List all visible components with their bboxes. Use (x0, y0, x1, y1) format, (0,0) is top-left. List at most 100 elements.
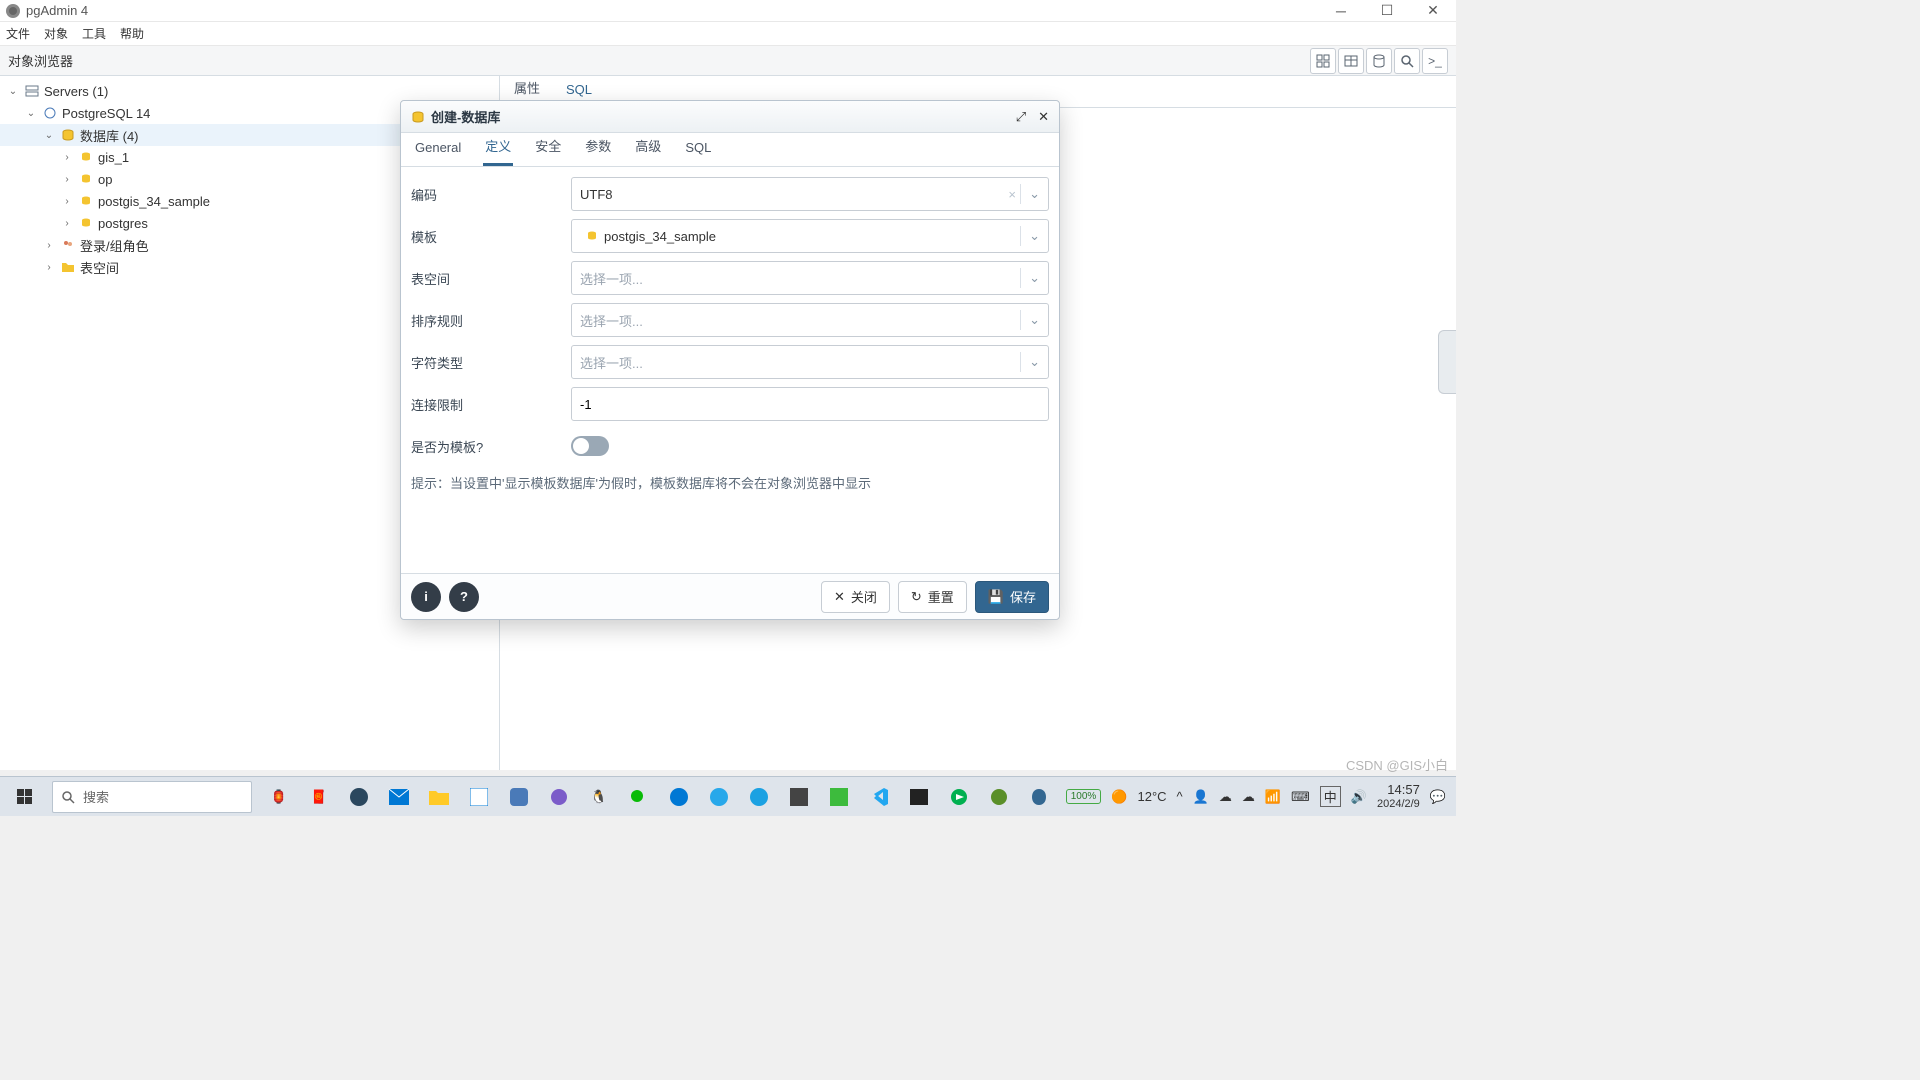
clock[interactable]: 14:57 2024/2/9 (1377, 782, 1420, 811)
toolbar-db-icon[interactable] (1366, 48, 1392, 74)
dlg-tab-sql[interactable]: SQL (683, 132, 713, 166)
chevron-down-icon[interactable]: ⌄ (1020, 352, 1040, 372)
tree-servers[interactable]: ⌄ Servers (1) (0, 80, 499, 102)
tablespace-select[interactable]: 选择一项...⌄ (571, 261, 1049, 295)
toolbar-terminal-icon[interactable]: >_ (1422, 48, 1448, 74)
keyboard-icon[interactable]: ⌨ (1291, 789, 1310, 805)
toolbar-table-icon[interactable] (1338, 48, 1364, 74)
temperature[interactable]: 12°C (1137, 789, 1166, 804)
dlg-tab-general[interactable]: General (413, 132, 463, 166)
taskbar-mail-icon[interactable] (380, 777, 418, 817)
tablespace-label: 表空间 (411, 269, 571, 288)
chevron-right-icon[interactable]: › (60, 218, 74, 229)
cloud-icon[interactable]: ☁ (1219, 789, 1232, 805)
expand-icon[interactable]: ⤢ (1016, 109, 1026, 125)
clear-icon[interactable]: × (1008, 187, 1016, 202)
reset-button[interactable]: ↻ 重置 (898, 581, 967, 613)
taskbar-terminal-icon[interactable] (900, 777, 938, 817)
database-icon (78, 171, 94, 187)
dlg-tab-parameters[interactable]: 参数 (583, 128, 613, 166)
dlg-tab-advanced[interactable]: 高级 (633, 128, 663, 166)
taskbar-app-icon[interactable] (740, 777, 778, 817)
taskbar-pgadmin-icon[interactable] (1020, 777, 1058, 817)
taskbar-steam-icon[interactable] (340, 777, 378, 817)
taskbar-edge-icon[interactable] (660, 777, 698, 817)
roles-icon (60, 237, 76, 253)
template-select[interactable]: postgis_34_sample⌄ (571, 219, 1049, 253)
taskbar-app-icon[interactable] (780, 777, 818, 817)
taskbar-store-icon[interactable] (460, 777, 498, 817)
taskbar-app-icon[interactable] (500, 777, 538, 817)
info-button[interactable]: i (411, 582, 441, 612)
taskbar-edge-icon[interactable] (700, 777, 738, 817)
side-tab[interactable] (1438, 330, 1456, 394)
template-hint: 提示：当设置中'显示模板数据库'为假时，模板数据库将不会在对象浏览器中显示 (411, 473, 1049, 492)
chevron-down-icon[interactable]: ⌄ (1020, 268, 1040, 288)
chevron-down-icon[interactable]: ⌄ (1020, 310, 1040, 330)
weather-icon[interactable]: 🟠 (1111, 789, 1127, 805)
database-icon (78, 193, 94, 209)
taskbar-wechat-icon[interactable] (620, 777, 658, 817)
taskbar-explorer-icon[interactable] (420, 777, 458, 817)
taskbar-qgis-icon[interactable] (980, 777, 1018, 817)
taskbar-app-icon[interactable] (940, 777, 978, 817)
toolbar-search-icon[interactable] (1394, 48, 1420, 74)
ctype-select[interactable]: 选择一项...⌄ (571, 345, 1049, 379)
database-icon (78, 149, 94, 165)
encoding-select[interactable]: UTF8×⌄ (571, 177, 1049, 211)
create-database-dialog: 创建-数据库 ⤢ ✕ General 定义 安全 参数 高级 SQL 编码 UT… (400, 100, 1060, 620)
chevron-right-icon[interactable]: › (60, 152, 74, 163)
chevron-right-icon[interactable]: › (60, 196, 74, 207)
volume-icon[interactable]: 🔊 (1351, 789, 1367, 805)
battery-icon[interactable]: 100% (1066, 789, 1102, 804)
taskbar-qq-icon[interactable]: 🐧 (580, 777, 618, 817)
folder-icon (60, 259, 76, 275)
tray-chevron-icon[interactable]: ^ (1177, 789, 1183, 804)
onedrive-icon[interactable]: ☁ (1242, 789, 1255, 805)
template-label: 模板 (411, 227, 571, 246)
collation-select[interactable]: 选择一项...⌄ (571, 303, 1049, 337)
close-icon[interactable]: ✕ (1038, 109, 1049, 125)
dlg-tab-security[interactable]: 安全 (533, 128, 563, 166)
elephant-icon (42, 105, 58, 121)
minimize-button[interactable]: ─ (1318, 0, 1364, 22)
save-button[interactable]: 💾 保存 (975, 581, 1049, 613)
close-button[interactable]: ✕ (1410, 0, 1456, 22)
menu-object[interactable]: 对象 (44, 25, 68, 42)
chevron-down-icon[interactable]: ⌄ (24, 108, 38, 119)
chevron-down-icon[interactable]: ⌄ (1020, 184, 1040, 204)
chevron-down-icon[interactable]: ⌄ (1020, 226, 1040, 246)
chevron-right-icon[interactable]: › (42, 240, 56, 251)
dlg-tab-definition[interactable]: 定义 (483, 128, 513, 166)
ime-indicator[interactable]: 中 (1320, 786, 1341, 807)
help-button[interactable]: ? (449, 582, 479, 612)
taskbar-app-icon[interactable]: 🏮 (260, 777, 298, 817)
toolbar-grid-icon[interactable] (1310, 48, 1336, 74)
notifications-icon[interactable]: 💬 (1430, 789, 1446, 805)
start-button[interactable] (0, 777, 48, 817)
taskbar-app-icon[interactable] (540, 777, 578, 817)
chevron-right-icon[interactable]: › (60, 174, 74, 185)
wifi-icon[interactable]: 📶 (1265, 789, 1281, 805)
taskbar-search[interactable]: 搜索 (52, 781, 252, 813)
dialog-title: 创建-数据库 (431, 107, 500, 126)
chevron-down-icon[interactable]: ⌄ (42, 130, 56, 141)
app-icon (6, 4, 20, 18)
maximize-button[interactable]: ☐ (1364, 0, 1410, 22)
chevron-right-icon[interactable]: › (42, 262, 56, 273)
menu-file[interactable]: 文件 (6, 25, 30, 42)
connlimit-input[interactable] (571, 387, 1049, 421)
chevron-down-icon[interactable]: ⌄ (6, 86, 20, 97)
menu-help[interactable]: 帮助 (120, 25, 144, 42)
people-icon[interactable]: 👤 (1193, 789, 1209, 805)
taskbar-vscode-icon[interactable] (860, 777, 898, 817)
close-button[interactable]: ✕ 关闭 (821, 581, 890, 613)
servers-icon (24, 83, 40, 99)
taskbar-app-icon[interactable]: 🧧 (300, 777, 338, 817)
istemplate-toggle[interactable] (571, 436, 609, 456)
menu-tools[interactable]: 工具 (82, 25, 106, 42)
titlebar: pgAdmin 4 ─ ☐ ✕ (0, 0, 1456, 22)
database-icon (78, 215, 94, 231)
taskbar-app-icon[interactable] (820, 777, 858, 817)
database-icon (411, 110, 425, 124)
